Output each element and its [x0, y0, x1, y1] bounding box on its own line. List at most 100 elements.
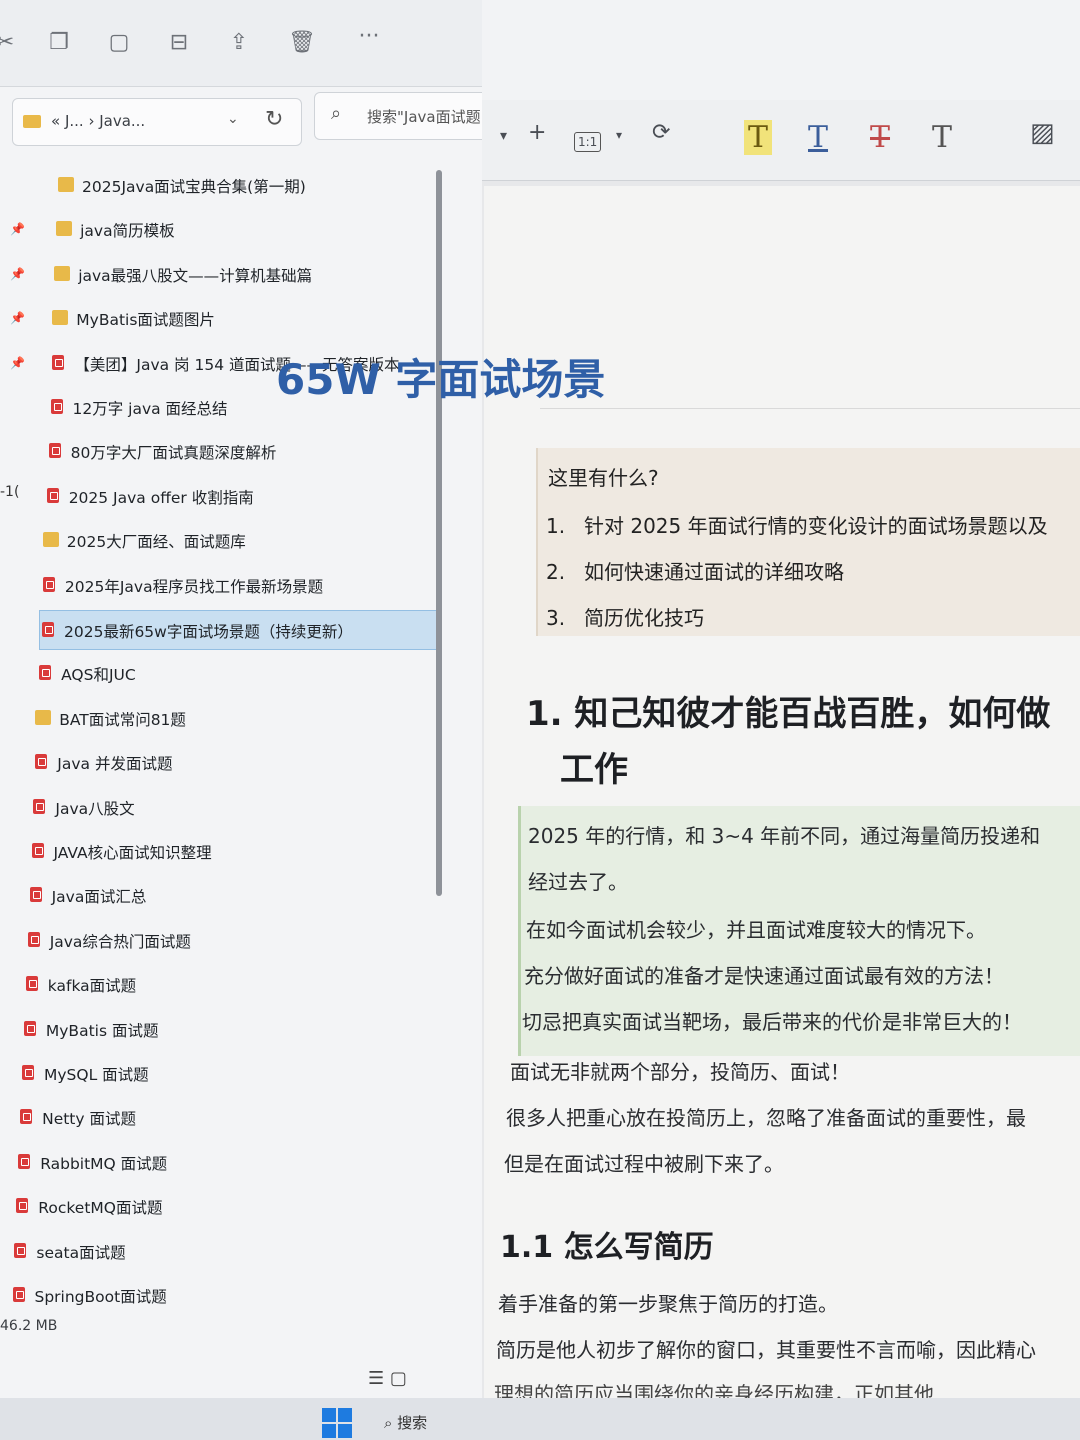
file-row[interactable]: Java 并发面试题 — [33, 743, 429, 781]
more-icon[interactable]: ··· — [356, 24, 382, 50]
pdf-file-icon — [22, 1065, 34, 1080]
file-row[interactable]: JAVA核心面试知识整理 — [30, 832, 426, 870]
file-explorer-window: ✂ ❐ ▢ ⊟ ⇪ 🗑 ··· « J... › Java... ⌄ ↻ ⌕ 搜… — [0, 0, 483, 1440]
pdf-file-icon — [42, 622, 54, 637]
details-view-icon[interactable]: ☰ — [368, 1368, 384, 1389]
dropdown-icon[interactable]: ▾ — [500, 128, 507, 144]
actual-size-button[interactable]: 1:1 — [574, 132, 602, 152]
subsection-heading: 1.1 怎么写简历 — [500, 1230, 714, 1265]
file-row[interactable]: MyBatis 面试题 — [22, 1010, 418, 1048]
pdf-file-icon — [12, 1287, 25, 1302]
search-icon: ⌕ — [331, 103, 342, 124]
file-name: 2025Java面试宝典合集(第一期) — [82, 178, 306, 196]
file-name: MySQL 面试题 — [44, 1066, 149, 1084]
folder-icon — [56, 221, 73, 237]
file-name: 2025年Java程序员找工作最新场景题 — [64, 577, 324, 596]
taskbar: ⌕ 搜索 — [0, 1398, 1080, 1440]
cut-icon[interactable]: ✂ — [0, 30, 18, 56]
file-row[interactable]: 2025 Java offer 收割指南 — [45, 477, 441, 515]
file-row[interactable]: 2025年Java程序员找工作最新场景题 — [41, 566, 437, 604]
viewer-toolbar: ▾ + 1:1 ▾ ⟳ T T T T ▨ — [482, 100, 1080, 181]
folder-icon — [35, 709, 52, 725]
file-name: RabbitMQ 面试题 — [40, 1154, 168, 1173]
view-toggle: ☰ ▢ — [368, 1368, 407, 1389]
pdf-file-icon — [18, 1153, 31, 1169]
fit-dropdown-icon[interactable]: ▾ — [616, 128, 622, 142]
windows-start-icon[interactable] — [322, 1408, 352, 1438]
pdf-file-icon — [52, 354, 65, 370]
body-paragraph: 面试无非就两个部分，投简历、面试！ — [510, 1060, 850, 1084]
zoom-in-button[interactable]: + — [528, 120, 546, 145]
file-row[interactable]: Java综合热门面试题 — [26, 921, 422, 959]
address-bar[interactable]: « J... › Java... ⌄ ↻ — [12, 98, 302, 146]
callout-line: 切忌把真实面试当靶场，最后带来的代价是非常巨大的！ — [522, 1010, 1022, 1034]
file-row[interactable]: java最强八股文——计算机基础篇 — [54, 255, 450, 293]
folder-icon — [42, 532, 59, 548]
file-row[interactable]: kafka面试题 — [24, 965, 420, 1003]
file-row[interactable]: Java面试汇总 — [28, 876, 424, 914]
pdf-file-icon — [20, 1109, 33, 1125]
intro-box: 这里有什么? 1. 针对 2025 年面试行情的变化设计的面试场景题以及 2. 如何… — [536, 448, 1080, 636]
highlight-text-button[interactable]: T — [744, 120, 773, 155]
text-tool-button[interactable]: T — [932, 120, 952, 155]
file-row[interactable]: 2025大厂面经、面试题库 — [42, 521, 439, 559]
body-paragraph: 简历是他人初步了解你的窗口，其重要性不言而喻，因此精心 — [496, 1338, 1036, 1362]
callout-line: 在如今面试机会较少，并且面试难度较大的情况下。 — [526, 918, 986, 942]
underline-text-button[interactable]: T — [808, 120, 828, 155]
file-name: 2025大厂面经、面试题库 — [66, 533, 246, 552]
file-name: seata面试题 — [36, 1243, 126, 1262]
callout-line: 经过去了。 — [528, 870, 628, 894]
file-row[interactable]: Netty 面试题 — [18, 1098, 414, 1136]
file-row[interactable]: RocketMQ面试题 — [14, 1187, 410, 1225]
file-name: java最强八股文——计算机基础篇 — [78, 266, 313, 285]
rename-icon[interactable]: ⊟ — [166, 30, 192, 56]
file-name: 2025最新65w字面试场景题（持续更新） — [64, 623, 353, 641]
file-row[interactable]: MySQL 面试题 — [20, 1054, 416, 1092]
file-row[interactable]: SpringBoot面试题 — [11, 1276, 407, 1314]
tiles-view-icon[interactable]: ▢ — [390, 1368, 407, 1389]
breadcrumb[interactable]: « J... › Java... — [51, 112, 145, 130]
body-paragraph: 很多人把重心放在投简历上，忽略了准备面试的重要性，最 — [506, 1106, 1026, 1130]
share-icon[interactable]: ⇪ — [226, 30, 252, 56]
file-row[interactable]: 80万字大厂面试真题深度解析 — [47, 432, 443, 470]
file-row[interactable]: 2025Java面试宝典合集(第一期) — [58, 166, 454, 204]
file-name: kafka面试题 — [47, 977, 137, 996]
file-row[interactable]: Java八股文 — [31, 788, 427, 826]
search-placeholder: 搜索"Java面试题 — [367, 108, 481, 126]
rotate-icon[interactable]: ⟳ — [652, 120, 670, 145]
search-input[interactable]: ⌕ 搜索"Java面试题 — [314, 92, 482, 140]
status-size: 46.2 MB — [0, 1318, 58, 1334]
copy-icon[interactable]: ❐ — [46, 30, 72, 56]
file-row[interactable]: MyBatis面试题图片 — [52, 299, 448, 337]
file-row[interactable]: seata面试题 — [12, 1232, 408, 1270]
file-row[interactable]: BAT面试常问81题 — [35, 699, 431, 737]
taskbar-search[interactable]: ⌕ 搜索 — [384, 1412, 427, 1433]
pdf-file-icon — [42, 576, 55, 592]
file-name: JAVA核心面试知识整理 — [53, 844, 212, 862]
pdf-file-icon — [35, 754, 48, 770]
scrollbar-thumb[interactable] — [436, 170, 442, 896]
pdf-file-icon — [29, 887, 42, 903]
strikethrough-text-button[interactable]: T — [870, 120, 890, 155]
pdf-file-icon — [50, 399, 63, 414]
file-row[interactable]: 2025最新65w字面试场景题（持续更新） — [39, 610, 437, 650]
file-row[interactable]: java简历模板 — [56, 210, 452, 248]
pdf-file-icon — [33, 798, 46, 814]
pin-icon: 📌 — [10, 355, 25, 370]
pdf-file-icon — [48, 443, 61, 459]
file-row[interactable]: RabbitMQ 面试题 — [16, 1143, 412, 1181]
pdf-file-icon — [25, 976, 38, 992]
paste-icon[interactable]: ▢ — [106, 30, 132, 56]
document-title: 65W 字面试场景 — [276, 355, 606, 404]
file-name: Netty 面试题 — [42, 1110, 136, 1129]
file-name: MyBatis 面试题 — [45, 1021, 159, 1040]
chevron-down-icon[interactable]: ⌄ — [227, 111, 239, 127]
draw-icon[interactable]: ▨ — [1030, 118, 1055, 148]
pin-icon: 📌 — [10, 311, 25, 326]
pdf-file-icon — [14, 1242, 27, 1258]
section-heading: 1. 知己知彼才能百战百胜，如何做 工作 — [526, 694, 1051, 790]
title-divider — [540, 408, 1080, 409]
refresh-icon[interactable]: ↻ — [265, 107, 283, 132]
file-row[interactable]: AQS和JUC — [37, 654, 433, 692]
delete-icon[interactable]: 🗑 — [288, 30, 316, 56]
